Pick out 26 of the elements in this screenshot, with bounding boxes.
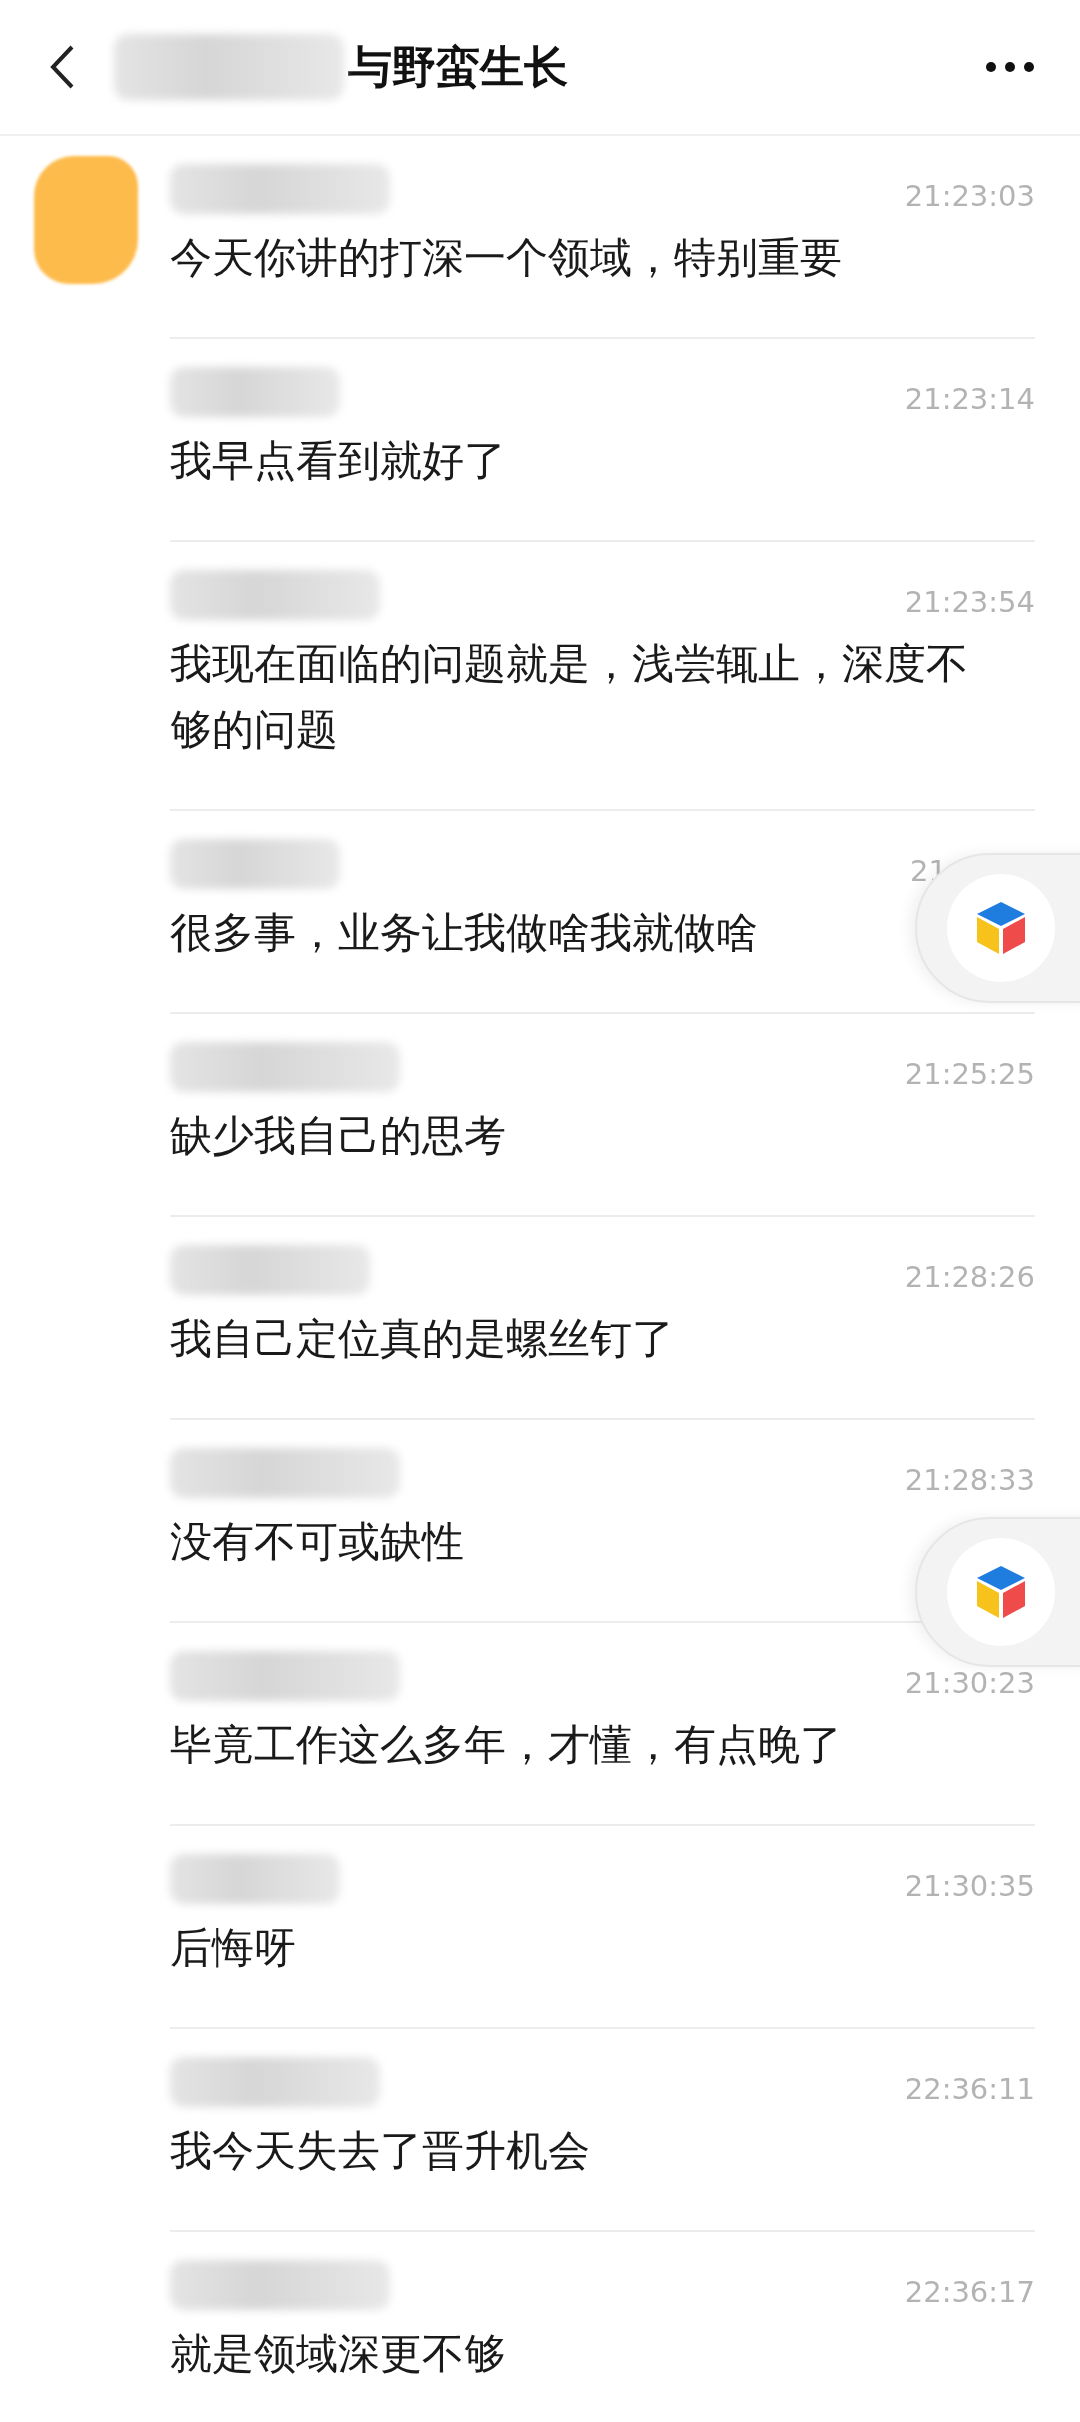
message-time: 21:23:03	[904, 179, 1035, 215]
message-text: 我自己定位真的是螺丝钉了	[170, 1313, 674, 1365]
cube-icon	[975, 1564, 1027, 1620]
more-icon	[985, 61, 1035, 73]
message-text: 毕竟工作这么多年，才懂，有点晚了	[170, 1719, 842, 1771]
message-time: 21:28:26	[904, 1260, 1035, 1296]
cube-icon	[975, 900, 1027, 956]
message-time: 21:23:14	[904, 382, 1035, 418]
message-time: 22:36:17	[904, 2275, 1035, 2311]
back-icon	[49, 44, 75, 90]
message-time: 21:30:35	[904, 1869, 1035, 1905]
message-text: 就是领域深更不够	[170, 2328, 506, 2380]
message-text: 我今天失去了晋升机会	[170, 2125, 590, 2177]
message-time: 21:30:23	[904, 1666, 1035, 1702]
message-time: 22:36:11	[904, 2072, 1035, 2108]
message-text: 今天你讲的打深一个领域，特别重要	[170, 232, 842, 284]
chat-title: 与野蛮生长	[348, 39, 568, 94]
message-text: 我现在面临的问题就是，浅尝辄止，深度不够的问题	[170, 638, 969, 756]
message-time: 21:28:33	[904, 1463, 1035, 1499]
message-time: 21:23:54	[904, 585, 1035, 621]
message-text: 后悔呀	[170, 1922, 296, 1974]
message-time: 21:25:25	[904, 1057, 1035, 1093]
message-text: 缺少我自己的思考	[170, 1110, 506, 1162]
message-text: 很多事，业务让我做啥我就做啥	[170, 907, 758, 959]
message-text: 我早点看到就好了	[170, 435, 506, 487]
message-text: 没有不可或缺性	[170, 1516, 464, 1568]
